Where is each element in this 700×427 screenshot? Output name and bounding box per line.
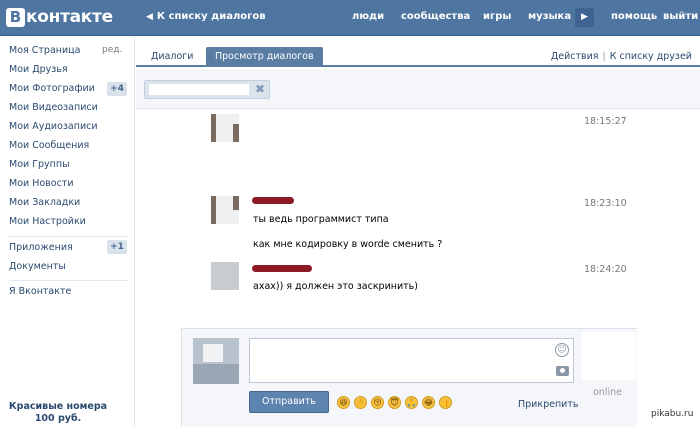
nav-music[interactable]: музыка	[528, 11, 571, 22]
message-text: как мне кодировку в worde сменить ?	[253, 239, 443, 250]
sidebar-edit-link[interactable]: ред.	[102, 45, 122, 55]
recipient-chip[interactable]: ✖	[144, 80, 270, 99]
promo-link[interactable]: Красивые номера 100 руб.	[0, 401, 116, 425]
sidebar-divider	[9, 280, 127, 281]
my-avatar[interactable]	[193, 338, 239, 384]
filter-bar: ✖	[136, 69, 700, 109]
sidebar-item-my-page[interactable]: Моя Страница	[9, 45, 80, 56]
nav-communities[interactable]: сообщества	[401, 11, 470, 22]
back-arrow-icon: ◀	[146, 12, 153, 22]
nav-games[interactable]: игры	[483, 11, 511, 22]
promo-line-2: 100 руб.	[34, 413, 82, 424]
ok-hand-emoji-icon[interactable]: 👌	[354, 396, 367, 409]
watermark: pikabu.ru	[651, 409, 694, 419]
sidebar-item-photos[interactable]: Мои Фотографии	[9, 83, 95, 94]
message-avatar[interactable]	[211, 114, 239, 142]
left-sidebar: Моя Страница ред. Мои Друзья Мои Фотогра…	[0, 37, 135, 427]
recipient-avatar[interactable]	[582, 332, 636, 380]
nav-logout[interactable]: выйти	[663, 11, 698, 22]
close-icon[interactable]: ✖	[255, 82, 265, 96]
sidebar-item-documents[interactable]: Документы	[9, 261, 66, 272]
tab-view-dialogs[interactable]: Просмотр диалогов	[206, 47, 323, 67]
sidebar-item-bookmarks[interactable]: Мои Закладки	[9, 197, 80, 208]
thumbs-up-emoji-icon[interactable]: 👍	[439, 396, 452, 409]
vk-logo[interactable]: B контакте	[6, 5, 113, 29]
angel-emoji-icon[interactable]: 😇	[388, 396, 401, 409]
logo-letter: B	[6, 7, 25, 27]
laughing-emoji-icon[interactable]: 😆	[337, 396, 350, 409]
message-time: 18:23:10	[584, 198, 627, 209]
top-bar: B контакте ◀ К списку диалогов люди сообщ…	[0, 0, 700, 36]
attach-link[interactable]: Прикрепить	[518, 399, 578, 410]
message-time: 18:15:27	[584, 116, 627, 127]
pray-emoji-icon[interactable]: 🙏	[405, 396, 418, 409]
sidebar-item-videos[interactable]: Мои Видеозаписи	[9, 102, 98, 113]
back-to-dialogs-label: К списку диалогов	[156, 11, 266, 22]
sender-name-redacted[interactable]	[252, 197, 294, 204]
message-avatar[interactable]	[211, 262, 239, 290]
photos-count-badge[interactable]: +4	[107, 82, 127, 96]
actions-separator: |	[602, 51, 606, 62]
camera-icon[interactable]	[556, 366, 569, 376]
sidebar-item-settings[interactable]: Мои Настройки	[9, 216, 86, 227]
sidebar-divider	[9, 236, 127, 237]
sidebar-item-audio[interactable]: Мои Аудиозаписи	[9, 121, 98, 132]
tears-of-joy-emoji-icon[interactable]: 😂	[422, 396, 435, 409]
sidebar-item-news[interactable]: Мои Новости	[9, 178, 74, 189]
back-to-friends-link[interactable]: К списку друзей	[610, 51, 692, 62]
tabs-bar: Диалоги Просмотр диалогов Действия | К спи…	[136, 37, 700, 67]
play-icon[interactable]: ▶	[575, 8, 594, 27]
send-button[interactable]: Отправить	[249, 391, 329, 413]
sidebar-item-friends[interactable]: Мои Друзья	[9, 64, 68, 75]
message-text: ахах)) я должен это заскринить)	[253, 281, 418, 292]
nav-people[interactable]: люди	[352, 11, 384, 22]
message-input[interactable]	[249, 338, 574, 383]
nav-help[interactable]: помощь	[611, 11, 657, 22]
actions-bar: Действия | К списку друзей	[551, 51, 692, 62]
recipient-name-redacted	[149, 84, 249, 95]
sidebar-item-about[interactable]: Я Вконтакте	[9, 286, 71, 297]
message-text: ты ведь программист типа	[253, 214, 389, 225]
logo-text: контакте	[26, 7, 113, 27]
online-status: online	[593, 387, 622, 398]
message-avatar[interactable]	[211, 196, 239, 224]
kiss-emoji-icon[interactable]: 😚	[371, 396, 384, 409]
sender-name-redacted[interactable]	[252, 265, 312, 272]
sidebar-item-groups[interactable]: Мои Группы	[9, 159, 70, 170]
message-time: 18:24:20	[584, 264, 627, 275]
back-to-dialogs-link[interactable]: ◀ К списку диалогов	[146, 11, 266, 22]
compose-area: ☺ online Отправить 😆 👌 😚 😇 🙏 😂 👍 Прикреп…	[181, 328, 637, 427]
sidebar-item-apps[interactable]: Приложения	[9, 242, 73, 253]
promo-line-1: Красивые номера	[8, 401, 108, 412]
smile-icon[interactable]: ☺	[555, 343, 569, 357]
actions-link[interactable]: Действия	[551, 51, 599, 62]
sidebar-item-messages[interactable]: Мои Сообщения	[9, 140, 89, 151]
apps-count-badge[interactable]: +1	[107, 240, 127, 254]
tab-dialogs[interactable]: Диалоги	[142, 47, 202, 67]
